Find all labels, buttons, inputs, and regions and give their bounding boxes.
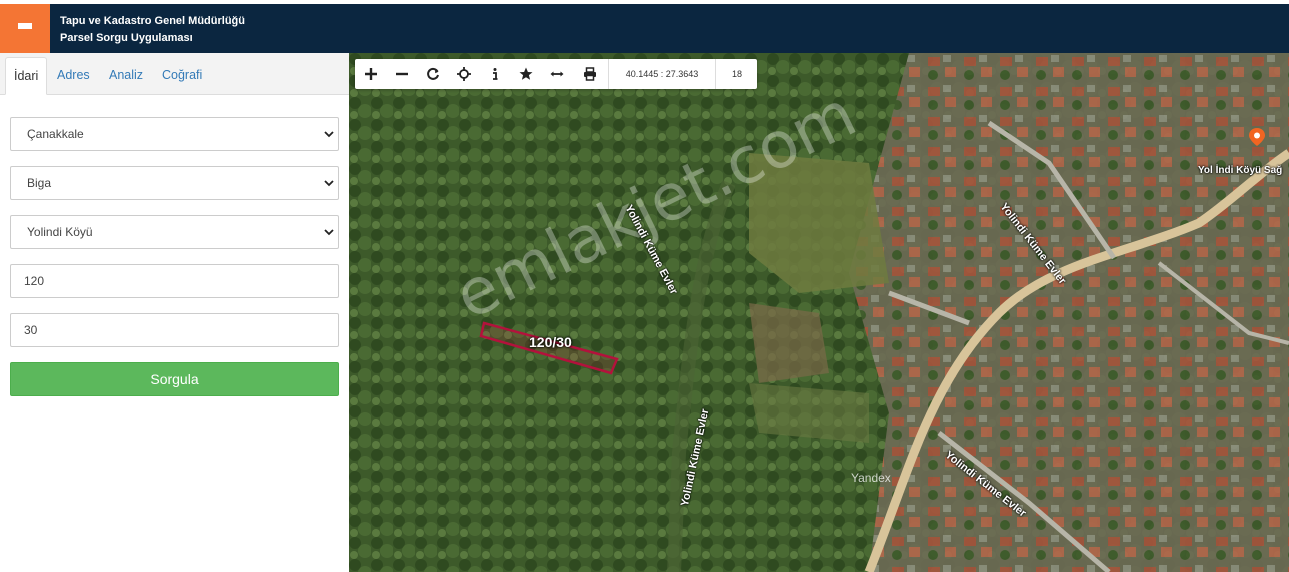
query-sidebar: İdari Adres Analiz Coğrafi Çanakkale Big… — [0, 53, 349, 572]
parcel-number-input[interactable]: 30 — [10, 313, 339, 347]
tab-analiz[interactable]: Analiz — [101, 57, 151, 95]
neighborhood-value: Yolindi Köyü — [27, 225, 93, 239]
info-icon — [492, 68, 497, 80]
chevron-down-icon — [324, 229, 334, 236]
tab-adres[interactable]: Adres — [49, 57, 98, 95]
map-toolbar: 40.1445 : 27.3643 18 — [355, 59, 757, 89]
parcel-label: 120/30 — [529, 334, 572, 350]
query-button[interactable]: Sorgula — [10, 362, 339, 396]
block-number-input[interactable]: 120 — [10, 264, 339, 298]
title-line-1: Tapu ve Kadastro Genel Müdürlüğü — [60, 15, 245, 27]
refresh-icon — [426, 67, 439, 80]
menu-button[interactable] — [0, 4, 50, 53]
title-line-2: Parsel Sorgu Uygulaması — [60, 32, 193, 44]
zoom-level-readout: 18 — [731, 69, 742, 79]
zoom-in-icon — [364, 68, 377, 80]
favorite-star-icon — [519, 67, 532, 80]
locate-icon — [456, 67, 471, 81]
chevron-down-icon — [324, 180, 334, 187]
tab-cografi[interactable]: Coğrafi — [154, 57, 210, 95]
tab-bar: İdari Adres Analiz Coğrafi — [0, 53, 349, 95]
coordinate-readout: 40.1445 : 27.3643 — [608, 59, 716, 89]
map-pin-icon[interactable] — [1247, 127, 1267, 147]
province-select[interactable]: Çanakkale — [10, 117, 339, 151]
favorite-button[interactable] — [510, 59, 541, 89]
hamburger-menu-icon — [18, 23, 32, 34]
measure-button[interactable] — [541, 59, 572, 89]
neighborhood-select[interactable]: Yolindi Köyü — [10, 215, 339, 249]
satellite-map[interactable]: 40.1445 : 27.3643 18 emlakjet.com 120/30… — [349, 53, 1289, 572]
info-button[interactable] — [479, 59, 510, 89]
road-label: Yol İndi Köyü Sağ — [1198, 165, 1283, 176]
tab-idari[interactable]: İdari — [5, 57, 48, 95]
app-header: Tapu ve Kadastro Genel Müdürlüğü Parsel … — [0, 4, 1289, 53]
map-attribution: Yandex — [851, 471, 891, 485]
refresh-button[interactable] — [417, 59, 448, 89]
locate-button[interactable] — [448, 59, 479, 89]
district-select[interactable]: Biga — [10, 166, 339, 200]
district-value: Biga — [27, 176, 52, 190]
app-title: Tapu ve Kadastro Genel Müdürlüğü Parsel … — [60, 13, 245, 47]
measure-icon — [550, 71, 563, 77]
print-icon — [583, 67, 596, 81]
chevron-down-icon — [324, 131, 334, 138]
zoom-in-button[interactable] — [355, 59, 386, 89]
zoom-out-button[interactable] — [386, 59, 417, 89]
province-value: Çanakkale — [27, 127, 84, 141]
print-button[interactable] — [574, 59, 605, 89]
zoom-out-icon — [395, 72, 408, 76]
